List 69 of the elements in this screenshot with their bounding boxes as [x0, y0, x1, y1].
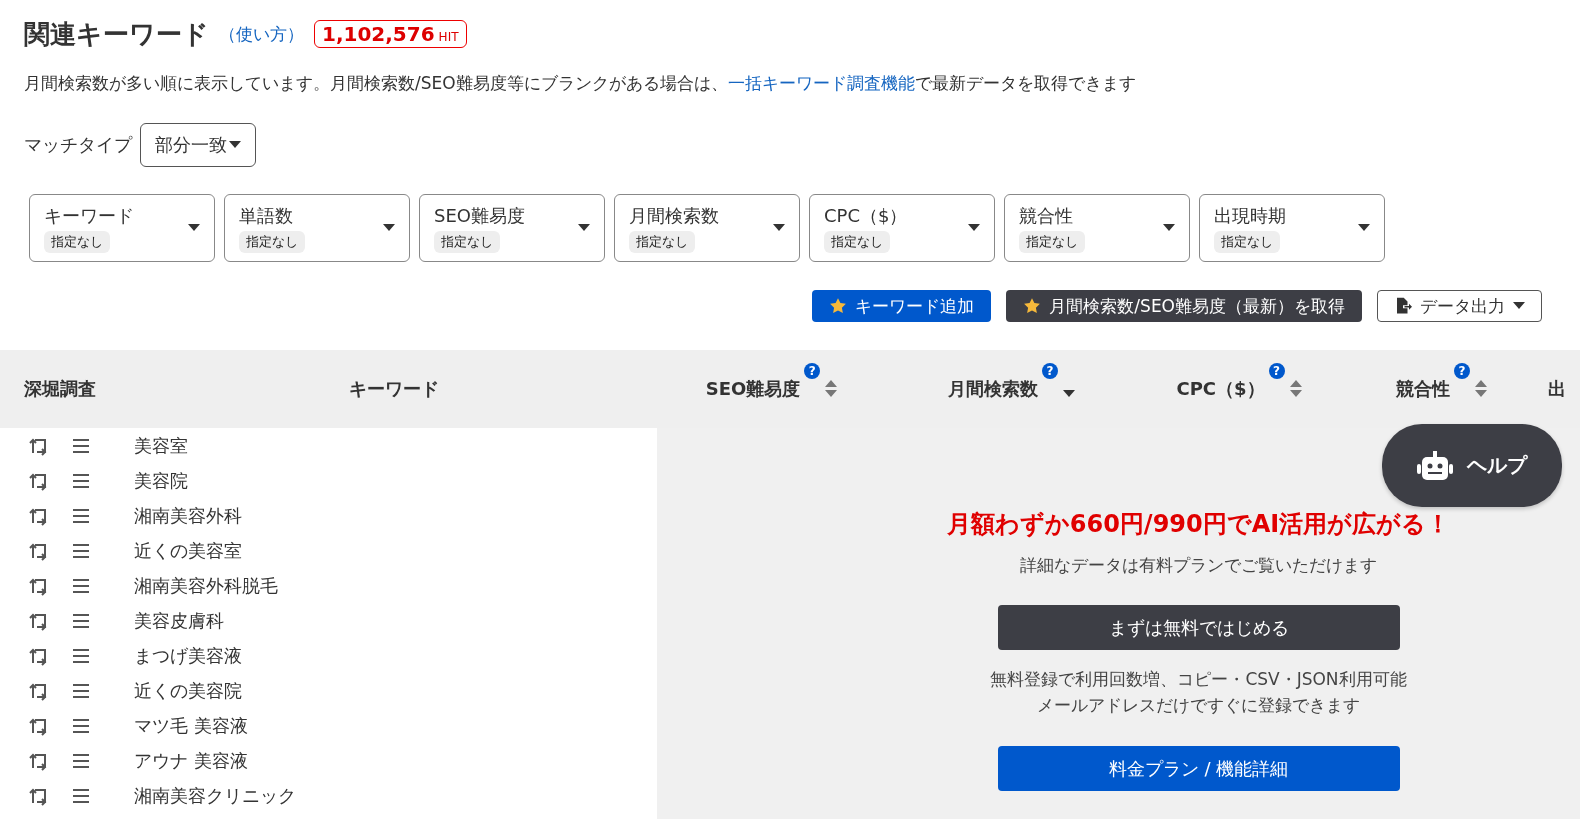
column-header[interactable]: 競合性: [1396, 377, 1450, 401]
promo-subtext: 詳細なデータは有料プランでご覧いただけます: [1020, 554, 1377, 577]
menu-icon[interactable]: [72, 577, 90, 594]
keyword-cell: 近くの美容院: [134, 678, 242, 703]
star-icon: [1023, 297, 1042, 315]
keyword-cell: 湘南美容外科: [134, 503, 242, 528]
filter-dropdown[interactable]: 単語数 指定なし: [224, 194, 410, 262]
filter-dropdown[interactable]: 月間検索数 指定なし: [614, 194, 800, 262]
menu-icon[interactable]: [72, 647, 90, 664]
bulk-research-link[interactable]: 一括キーワード調査機能: [727, 73, 915, 93]
caret-icon: [968, 224, 980, 232]
star-icon: [829, 297, 848, 315]
caret-icon: [1513, 302, 1525, 310]
how-to-link[interactable]: （使い方）: [219, 22, 304, 46]
description-text: 月間検索数が多い順に表示しています。月間検索数/SEO難易度等にブランクがある場合は、一括キーワード調査機能で最新データを取得できます: [24, 72, 1137, 95]
column-header[interactable]: CPC（$）: [1176, 377, 1265, 401]
menu-icon[interactable]: [72, 612, 90, 629]
menu-icon[interactable]: [72, 682, 90, 699]
filter-dropdown[interactable]: キーワード 指定なし: [29, 194, 215, 262]
menu-icon[interactable]: [72, 542, 90, 559]
filter-dropdown[interactable]: CPC（$） 指定なし: [809, 194, 995, 262]
column-header[interactable]: 出: [1548, 377, 1566, 401]
help-icon[interactable]: ?: [804, 363, 821, 379]
menu-icon[interactable]: [72, 437, 90, 454]
keyword-cell: アウナ 美容液: [134, 748, 248, 773]
help-icon[interactable]: ?: [1454, 363, 1470, 379]
keyword-cell: 美容室: [134, 433, 188, 458]
promo-note: 無料登録で利用回数増、コピー・CSV・JSON利用可能 メールアドレスだけですぐに登録できます: [990, 668, 1407, 717]
promo-headline: 月額わずか660円/990円でAI活用が広がる！: [946, 509, 1451, 540]
caret-icon: [578, 224, 590, 232]
column-header[interactable]: 深堀調査: [24, 377, 96, 401]
match-type-label: マッチタイプ: [24, 133, 132, 157]
caret-icon: [1163, 224, 1175, 232]
caret-icon: [773, 224, 785, 232]
match-type-dropdown[interactable]: 部分一致: [140, 123, 256, 167]
column-header[interactable]: キーワード: [348, 377, 439, 401]
keyword-cell: 湘南美容外科脱毛: [134, 573, 278, 598]
help-icon[interactable]: ?: [1042, 363, 1058, 379]
menu-icon[interactable]: [72, 472, 90, 489]
keyword-cell: 湘南美容クリニック: [134, 783, 296, 808]
keyword-cell: 美容皮膚科: [134, 608, 224, 633]
help-icon[interactable]: ?: [1268, 363, 1285, 379]
section-title: 関連キーワード: [24, 17, 209, 51]
add-keyword-button[interactable]: キーワード追加: [812, 290, 992, 322]
keyword-cell: 美容院: [134, 468, 188, 493]
column-header[interactable]: 月間検索数: [948, 377, 1038, 401]
column-header[interactable]: SEO難易度: [705, 377, 801, 401]
menu-icon[interactable]: [72, 752, 90, 769]
keyword-cell: マツ毛 美容液: [134, 713, 248, 738]
export-button[interactable]: データ出力: [1377, 290, 1542, 322]
fetch-latest-button[interactable]: 月間検索数/SEO難易度（最新）を取得: [1006, 290, 1362, 322]
filter-dropdown[interactable]: 出現時期 指定なし: [1199, 194, 1385, 262]
menu-icon[interactable]: [72, 717, 90, 734]
keyword-cell: まつげ美容液: [134, 643, 242, 668]
help-button[interactable]: ヘルプ: [1382, 424, 1562, 507]
caret-icon: [383, 224, 395, 232]
start-free-button[interactable]: まずは無料ではじめる: [997, 605, 1400, 650]
caret-icon: [229, 141, 241, 149]
caret-icon: [188, 224, 200, 232]
menu-icon[interactable]: [72, 507, 90, 524]
menu-icon[interactable]: [72, 787, 90, 804]
filter-dropdown[interactable]: SEO難易度 指定なし: [419, 194, 605, 262]
filter-dropdown[interactable]: 競合性 指定なし: [1004, 194, 1190, 262]
file-export-icon: [1394, 297, 1412, 315]
caret-icon: [1358, 224, 1370, 232]
hit-count-badge: 1,102,576 HIT: [314, 20, 467, 48]
robot-icon: [1417, 450, 1453, 481]
pricing-button[interactable]: 料金プラン / 機能詳細: [997, 746, 1400, 791]
keyword-cell: 近くの美容室: [134, 538, 242, 563]
